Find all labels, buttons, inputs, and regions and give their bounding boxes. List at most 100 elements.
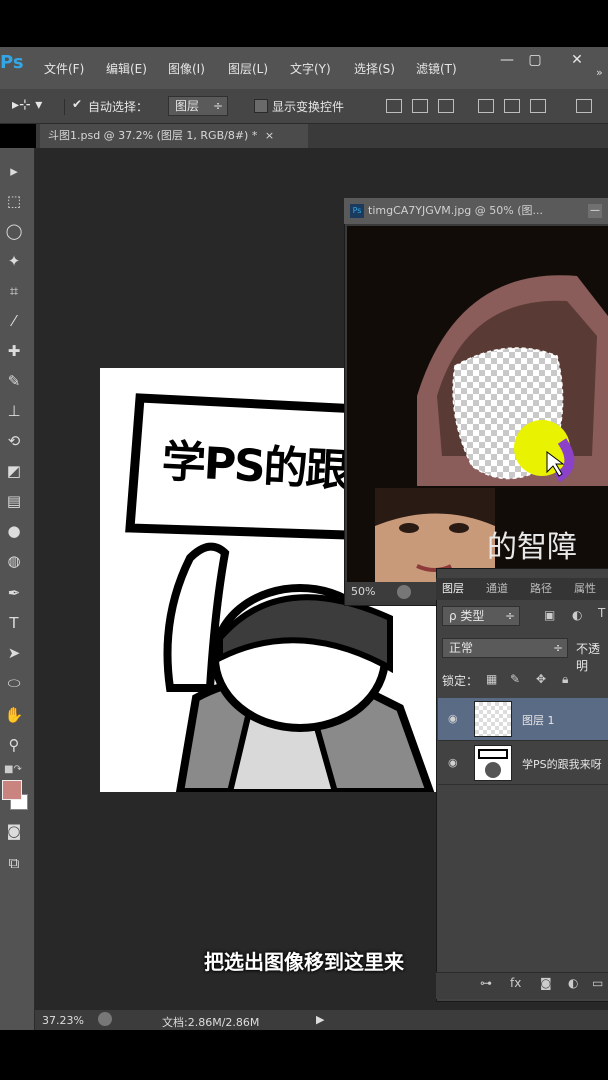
- document-tab[interactable]: 斗图1.psd @ 37.2% (图层 1, RGB/8#) * ×: [40, 124, 308, 148]
- minimize-button[interactable]: —: [494, 50, 520, 70]
- filter-adjust-icon[interactable]: ◐: [572, 608, 582, 622]
- layer-filter-value: ρ 类型: [449, 609, 485, 623]
- document-size-info: 文档:2.86M/2.86M: [162, 1016, 260, 1029]
- gradient-tool-icon[interactable]: ▤: [3, 490, 25, 512]
- tab-properties[interactable]: 属性: [574, 578, 596, 600]
- layer-thumbnail: [474, 745, 512, 781]
- pen-tool-icon[interactable]: ✒: [3, 582, 25, 604]
- menu-select[interactable]: 选择(S): [354, 60, 395, 77]
- type-tool-icon[interactable]: T: [3, 612, 25, 634]
- clone-stamp-tool-icon[interactable]: ⊥: [3, 400, 25, 422]
- meme-sign-text: 学PS的跟: [160, 436, 349, 497]
- dropdown-arrow-icon: ÷: [504, 609, 515, 623]
- lock-position-icon[interactable]: ✥: [536, 672, 546, 686]
- history-brush-tool-icon[interactable]: ⟲: [3, 430, 25, 452]
- align-bottom-icon[interactable]: [438, 99, 454, 113]
- align-hcenter-icon[interactable]: [504, 99, 520, 113]
- hand-tool-icon[interactable]: ✋: [3, 704, 25, 726]
- layer-style-icon[interactable]: fx: [510, 976, 521, 990]
- path-selection-tool-icon[interactable]: ➤: [3, 642, 25, 664]
- lock-label: 锁定：: [442, 674, 479, 688]
- menu-type[interactable]: 文字(Y): [290, 60, 331, 77]
- menu-image[interactable]: 图像(I): [168, 60, 205, 77]
- auto-select-checkbox[interactable]: ✔: [72, 97, 82, 111]
- link-layers-icon[interactable]: ⊶: [480, 976, 492, 990]
- status-menu-arrow-icon[interactable]: ▶: [316, 1013, 324, 1026]
- filter-image-icon[interactable]: ▣: [544, 608, 555, 622]
- move-tool-preset-icon[interactable]: ▸⊹ ▾: [12, 97, 42, 113]
- show-transform-checkbox[interactable]: [254, 99, 268, 113]
- source-photo[interactable]: 的智障: [347, 226, 608, 582]
- tab-paths[interactable]: 路径: [530, 578, 552, 600]
- ps-file-icon: Ps: [350, 204, 364, 218]
- healing-brush-tool-icon[interactable]: ✚: [3, 340, 25, 362]
- document-tab-close-icon[interactable]: ×: [265, 129, 274, 142]
- lasso-tool-icon[interactable]: ◯: [3, 220, 25, 242]
- lock-all-icon[interactable]: 🔒︎: [562, 672, 568, 687]
- letterbox-top: [0, 0, 608, 47]
- floating-document-titlebar[interactable]: Ps timgCA7YJGVM.jpg @ 50% (图...: [344, 198, 608, 224]
- align-left-icon[interactable]: [478, 99, 494, 113]
- photo-subtitle-text: 的智障: [487, 530, 577, 565]
- floating-zoom-value[interactable]: 50%: [351, 585, 375, 598]
- layers-panel-footer: [436, 972, 608, 999]
- layer-row-1[interactable]: ◉ 图层 1: [438, 698, 608, 741]
- layer-row-2[interactable]: ◉ 学PS的跟我来呀: [438, 742, 608, 785]
- adjustment-layer-icon[interactable]: ◐: [568, 976, 578, 990]
- magic-wand-tool-icon[interactable]: ✦: [3, 250, 25, 272]
- menu-overflow-icon[interactable]: »: [596, 66, 603, 79]
- default-colors-icon[interactable]: ■↷: [4, 764, 22, 775]
- menu-edit[interactable]: 编辑(E): [106, 60, 147, 77]
- layer-name: 图层 1: [522, 714, 555, 727]
- visibility-eye-icon[interactable]: ◉: [448, 756, 462, 769]
- document-tab-label: 斗图1.psd @ 37.2% (图层 1, RGB/8#) *: [48, 129, 258, 142]
- letterbox-bottom: [0, 1030, 608, 1080]
- move-tool-icon[interactable]: ▸: [3, 160, 25, 182]
- dodge-tool-icon[interactable]: ◍: [3, 550, 25, 572]
- lock-transparency-icon[interactable]: ▦: [486, 672, 497, 686]
- auto-select-dropdown[interactable]: 图层 ÷: [168, 96, 228, 116]
- tab-layers[interactable]: 图层: [442, 578, 464, 600]
- visibility-eye-icon[interactable]: ◉: [448, 712, 462, 725]
- auto-select-label: 自动选择：: [88, 100, 149, 114]
- ellipse-tool-icon[interactable]: ⬭: [3, 672, 25, 694]
- menu-layer[interactable]: 图层(L): [228, 60, 268, 77]
- align-top-icon[interactable]: [386, 99, 402, 113]
- show-transform-label: 显示变换控件: [272, 100, 345, 114]
- align-vcenter-icon[interactable]: [412, 99, 428, 113]
- filter-type-icon[interactable]: T: [598, 606, 605, 620]
- floating-close-button[interactable]: —: [588, 204, 602, 218]
- blend-mode-dropdown[interactable]: 正常 ÷: [442, 638, 568, 658]
- eraser-tool-icon[interactable]: ◩: [3, 460, 25, 482]
- tab-channels[interactable]: 通道: [486, 578, 508, 600]
- screen-mode-icon[interactable]: ⧉: [3, 852, 25, 874]
- opacity-label: 不透明: [576, 642, 601, 673]
- menu-filter[interactable]: 滤镜(T): [416, 60, 457, 77]
- menu-file[interactable]: 文件(F): [44, 60, 84, 77]
- distribute-icon[interactable]: [576, 99, 592, 113]
- maximize-button[interactable]: ▢: [522, 50, 548, 70]
- layers-panel: [436, 568, 608, 1002]
- blend-mode-value: 正常: [449, 641, 474, 655]
- quick-mask-icon[interactable]: ◙: [3, 820, 25, 842]
- brush-tool-icon[interactable]: ✎: [3, 370, 25, 392]
- marquee-tool-icon[interactable]: ⬚: [3, 190, 25, 212]
- layer-filter-dropdown[interactable]: ρ 类型 ÷: [442, 606, 520, 626]
- align-right-icon[interactable]: [530, 99, 546, 113]
- divider: [64, 99, 65, 115]
- layer-mask-icon[interactable]: ◙: [540, 976, 552, 990]
- foreground-color-swatch[interactable]: [2, 780, 22, 800]
- zoom-level[interactable]: 37.23%: [42, 1014, 84, 1027]
- status-info-icon[interactable]: [98, 1012, 112, 1026]
- blur-tool-icon[interactable]: ●: [3, 520, 25, 542]
- new-group-icon[interactable]: ▭: [592, 976, 603, 990]
- zoom-tool-icon[interactable]: ⚲: [3, 734, 25, 756]
- photoshop-logo: Ps: [0, 52, 24, 73]
- close-window-button[interactable]: ✕: [564, 50, 590, 70]
- lock-pixels-icon[interactable]: ✎: [510, 672, 520, 686]
- info-icon[interactable]: [396, 585, 411, 599]
- auto-select-value: 图层: [175, 99, 200, 113]
- crop-tool-icon[interactable]: ⌗: [3, 280, 25, 302]
- dropdown-arrow-icon: ÷: [212, 99, 223, 113]
- eyedropper-tool-icon[interactable]: ⁄: [3, 310, 25, 332]
